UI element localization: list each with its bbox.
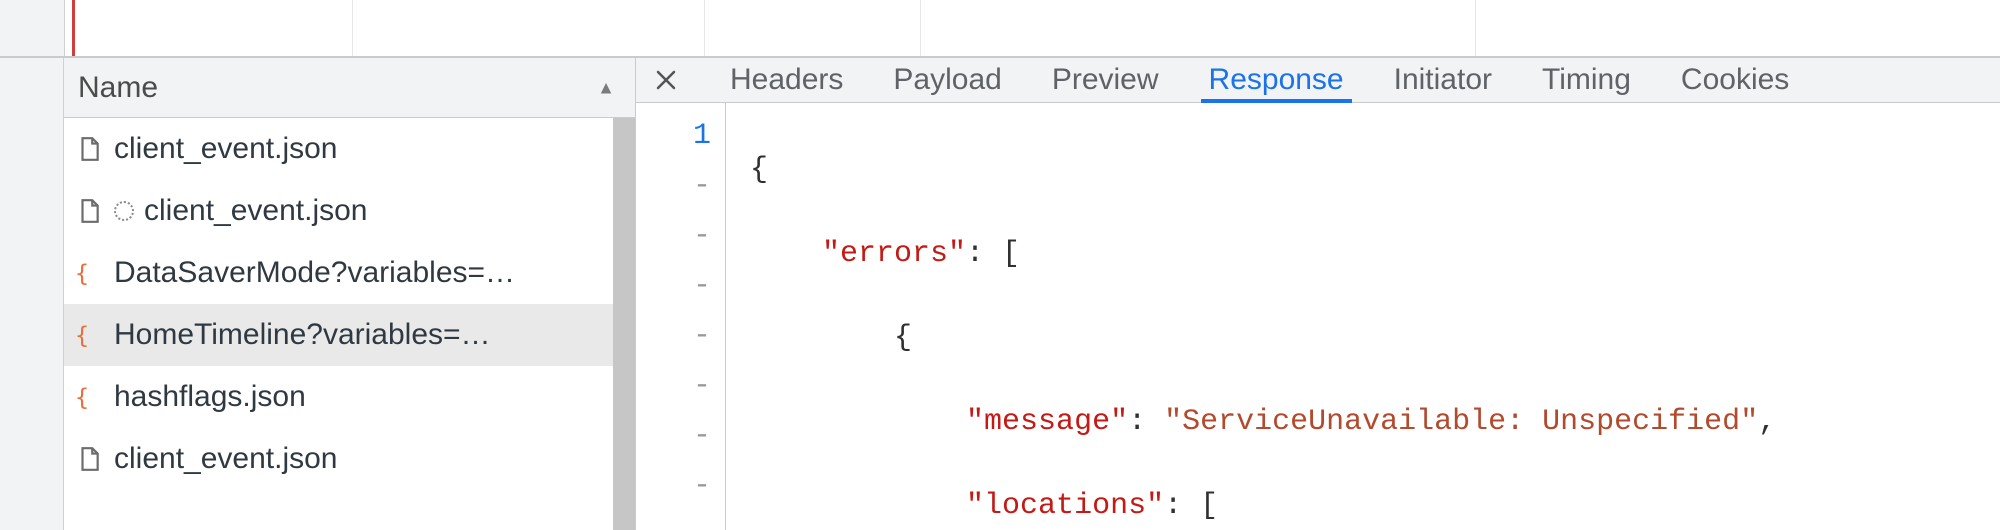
line-number-gutter: 1 - - - - - - -	[636, 103, 726, 530]
tab-payload[interactable]: Payload	[885, 58, 1009, 102]
left-gutter-column	[0, 58, 64, 530]
tab-label: Timing	[1542, 63, 1631, 97]
fold-dash: -	[636, 411, 711, 461]
json-key: "errors"	[822, 237, 966, 271]
line-number: 1	[636, 111, 711, 161]
svg-text:{ }: { }	[75, 383, 103, 411]
pending-icon	[114, 201, 134, 221]
request-row[interactable]: { } HomeTimeline?variables=…	[64, 304, 613, 366]
fold-dash: -	[636, 461, 711, 511]
timeline-strip[interactable]	[0, 0, 2000, 58]
tab-cookies[interactable]: Cookies	[1673, 58, 1797, 102]
detail-panel: Headers Payload Preview Response Initiat…	[636, 58, 2000, 530]
tab-label: Initiator	[1394, 63, 1492, 97]
json-icon: { }	[74, 382, 104, 412]
fold-dash: -	[636, 211, 711, 261]
json-key: "locations"	[966, 489, 1164, 523]
json-icon: { }	[74, 258, 104, 288]
scrollbar-thumb[interactable]	[613, 118, 635, 530]
json-key: "message"	[966, 405, 1128, 439]
fold-dash: -	[636, 161, 711, 211]
timeline-tick	[920, 0, 921, 58]
sort-ascending-icon: ▲	[597, 77, 615, 98]
timeline-tick	[352, 0, 353, 58]
response-source[interactable]: { "errors": [ { "message": "ServiceUnava…	[726, 103, 1776, 530]
request-row[interactable]: client_event.json	[64, 428, 613, 490]
json-string: "ServiceUnavailable: Unspecified"	[1164, 405, 1758, 439]
close-icon[interactable]	[644, 58, 688, 102]
response-code-area[interactable]: 1 - - - - - - - { "errors": [ { "message…	[636, 103, 2000, 530]
tab-headers[interactable]: Headers	[722, 58, 851, 102]
request-name: DataSaverMode?variables=…	[114, 256, 515, 290]
tab-label: Headers	[730, 63, 843, 97]
scrollbar-track[interactable]	[613, 118, 635, 530]
tab-label: Cookies	[1681, 63, 1789, 97]
fold-dash: -	[636, 261, 711, 311]
tab-bar: Headers Payload Preview Response Initiat…	[636, 58, 2000, 103]
timeline-tick	[704, 0, 705, 58]
tab-initiator[interactable]: Initiator	[1386, 58, 1500, 102]
timeline-tick	[1475, 0, 1476, 58]
json-icon: { }	[74, 320, 104, 350]
request-row[interactable]: client_event.json	[64, 118, 613, 180]
tab-timing[interactable]: Timing	[1534, 58, 1639, 102]
fold-dash: -	[636, 361, 711, 411]
tab-label: Preview	[1052, 63, 1159, 97]
document-icon	[74, 134, 104, 164]
fold-dash: -	[636, 311, 711, 361]
request-name: client_event.json	[114, 442, 337, 476]
request-name: client_event.json	[144, 194, 367, 228]
request-list-panel: Name ▲ client_event.jsonclient_event.jso…	[64, 58, 636, 530]
request-name: HomeTimeline?variables=…	[114, 318, 491, 352]
request-list-header[interactable]: Name ▲	[64, 58, 635, 118]
tab-preview[interactable]: Preview	[1044, 58, 1167, 102]
request-name: client_event.json	[114, 132, 337, 166]
request-row[interactable]: { } hashflags.json	[64, 366, 613, 428]
column-header-name[interactable]: Name	[78, 71, 158, 105]
svg-text:{ }: { }	[75, 259, 103, 287]
timeline-gutter	[0, 0, 64, 58]
request-list-body: client_event.json client_event.json { } Dat…	[64, 118, 635, 530]
document-icon	[74, 196, 104, 226]
timeline-marker[interactable]	[72, 0, 75, 58]
request-name: hashflags.json	[114, 380, 306, 414]
request-row[interactable]: { } DataSaverMode?variables=…	[64, 242, 613, 304]
document-icon	[74, 444, 104, 474]
svg-text:{ }: { }	[75, 321, 103, 349]
tab-label: Response	[1209, 63, 1344, 97]
timeline-gutter-separator	[64, 0, 65, 58]
tab-label: Payload	[893, 63, 1001, 97]
tab-response[interactable]: Response	[1201, 58, 1352, 102]
request-row[interactable]: client_event.json	[64, 180, 613, 242]
